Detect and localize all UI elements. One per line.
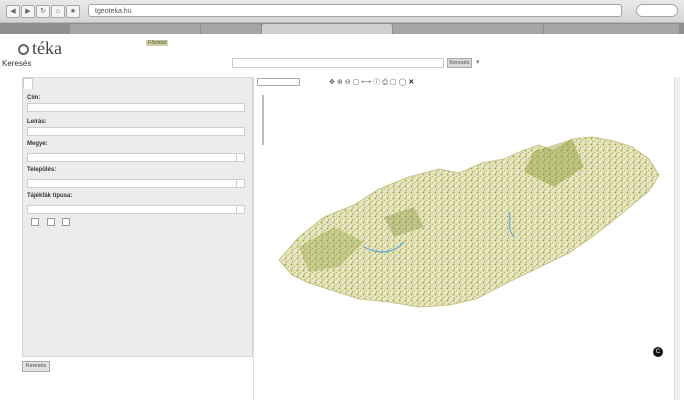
submit-button[interactable]: Keresés <box>22 361 51 372</box>
browser-toolbar: ◀ ▶ ↻ ⌂ ★ tgeoteka.hu <box>0 0 684 23</box>
browser-tab[interactable] <box>393 24 543 34</box>
forward-icon[interactable]: ▶ <box>21 5 35 18</box>
main-nav: Főoldal <box>146 40 192 46</box>
country-shape <box>278 136 660 308</box>
logo-icon <box>18 44 29 55</box>
tab-strip <box>0 23 684 34</box>
field-label-type: Tájékfák típusa: <box>27 193 73 199</box>
checkbox[interactable] <box>46 218 55 226</box>
field-label-title: Cím: <box>27 95 41 101</box>
map-control-icon[interactable]: C <box>653 347 663 357</box>
chevron-down-icon <box>236 206 244 213</box>
logo-text: téka <box>32 38 62 58</box>
back-icon[interactable]: ◀ <box>6 5 20 18</box>
chevron-down-icon <box>236 154 244 161</box>
hungary-map <box>278 136 660 308</box>
home-icon[interactable]: ⌂ <box>51 5 65 18</box>
search-options-icon[interactable]: ▾ <box>476 58 480 66</box>
field-label-county: Megye: <box>27 141 48 147</box>
field-label-settlement: Település: <box>27 167 57 173</box>
settlement-select[interactable] <box>27 179 245 188</box>
browser-tab[interactable] <box>544 24 679 34</box>
footer <box>0 404 684 417</box>
address-bar[interactable]: tgeoteka.hu <box>88 4 622 17</box>
map-viewer[interactable]: ✥⊕⊖▢⟷ⓘ⎙▢◯✕ C <box>253 77 680 400</box>
description-input[interactable] <box>27 127 245 136</box>
nav-item[interactable]: Főoldal <box>146 40 169 46</box>
checkbox[interactable] <box>31 218 39 226</box>
browser-search-field[interactable] <box>636 4 678 17</box>
checkbox[interactable] <box>62 218 71 226</box>
scrollbar[interactable] <box>674 77 680 400</box>
browser-tab-active[interactable] <box>262 24 392 34</box>
county-select[interactable] <box>27 153 245 162</box>
site-logo[interactable]: téka <box>18 38 62 59</box>
chevron-down-icon <box>236 180 244 187</box>
type-select[interactable] <box>27 205 245 214</box>
checkbox-row <box>27 218 72 226</box>
page-title: Keresés <box>2 59 32 68</box>
search-form-panel: Cím: Leírás: Megye: Település: Tájékfák … <box>22 77 253 357</box>
reload-icon[interactable]: ↻ <box>36 5 50 18</box>
field-label-description: Leírás: <box>27 119 47 125</box>
title-input[interactable] <box>27 103 245 112</box>
bookmark-icon[interactable]: ★ <box>66 5 80 18</box>
site-search-button[interactable]: Keresés <box>447 58 472 68</box>
browser-tab[interactable] <box>70 24 200 34</box>
browser-tab[interactable] <box>201 24 261 34</box>
site-search-input[interactable] <box>232 58 444 68</box>
form-tab[interactable] <box>23 78 33 89</box>
